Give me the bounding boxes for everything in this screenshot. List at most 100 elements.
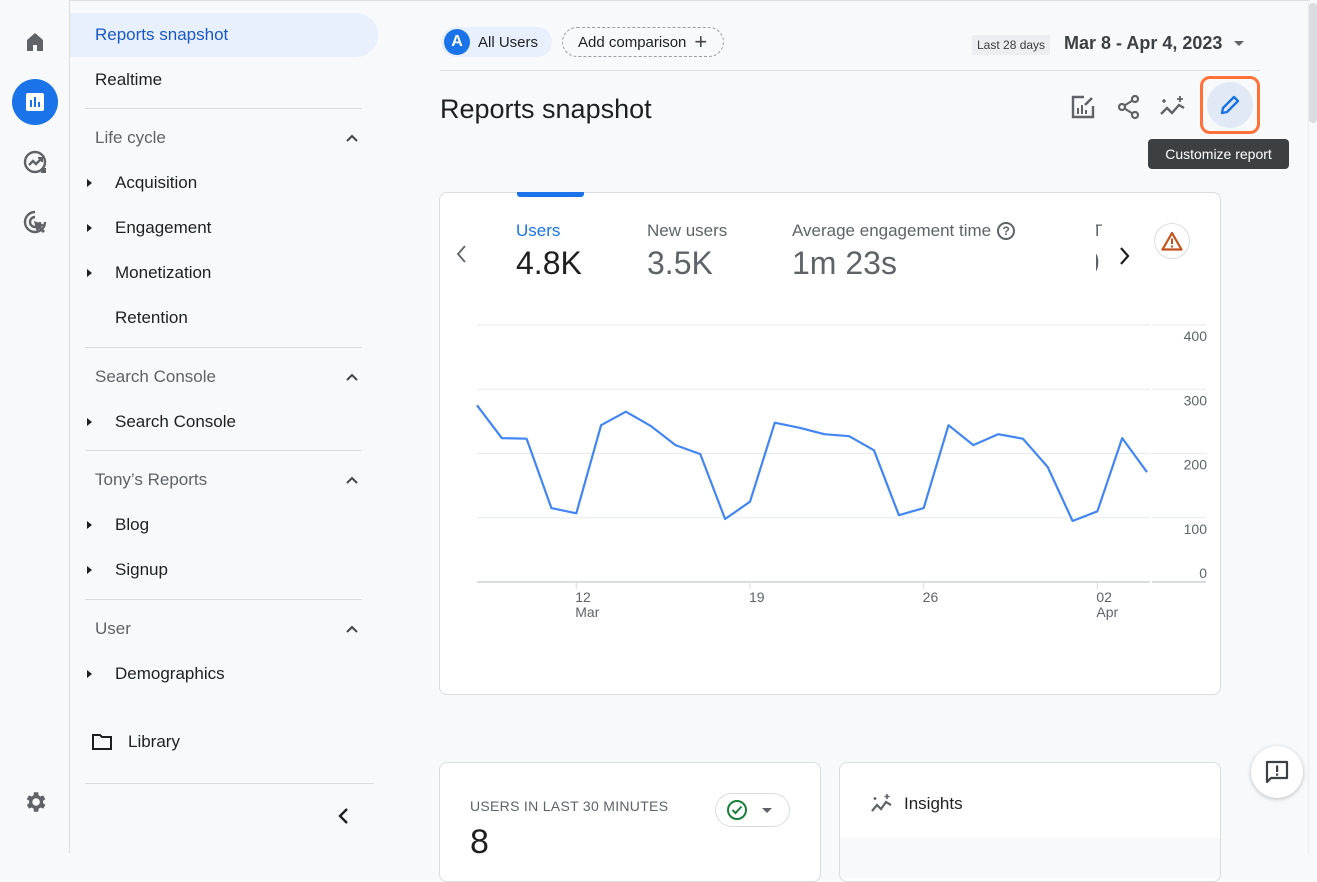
metric-value: 4.8K [516,245,582,282]
series-line-users [477,405,1147,521]
help-icon[interactable]: ? [997,222,1015,240]
folder-icon [91,733,113,751]
nav-item-monetization[interactable]: Monetization [70,251,378,295]
x-tick-label: 02 [1096,589,1112,605]
active-metric-indicator [517,192,584,197]
section-title: Search Console [95,367,216,387]
explore-icon [22,149,48,175]
nav-item-acquisition[interactable]: Acquisition [70,161,378,205]
realtime-status-dropdown[interactable] [715,793,790,827]
chevron-up-icon [344,472,360,488]
nav-item-signup[interactable]: Signup [70,548,378,592]
gear-icon [22,789,48,815]
nav-item-label: Demographics [115,664,225,684]
date-range-picker[interactable]: Mar 8 - Apr 4, 2023 [1064,33,1244,54]
expand-arrow-icon [87,418,92,426]
nav-item-search-console[interactable]: Search Console [70,400,378,444]
nav-item-demographics[interactable]: Demographics [70,652,378,696]
metric-label: Average engagement time [792,221,991,240]
feedback-icon [1264,759,1290,785]
caret-down-icon [762,808,772,813]
nav-item-label: Library [128,732,180,752]
page-title: Reports snapshot [440,94,652,125]
x-tick-month-label: Apr [1096,604,1118,620]
nav-item-engagement[interactable]: Engagement [70,206,378,250]
segment-chip-all-users[interactable]: A All Users [441,27,552,57]
nav-item-label: Retention [115,308,188,328]
nav-item-blog[interactable]: Blog [70,503,378,547]
nav-item-reports-snapshot[interactable]: Reports snapshot [70,13,378,57]
rail-explore-button[interactable] [12,139,58,185]
scrollbar-thumb[interactable] [1309,3,1317,123]
expand-arrow-icon [87,566,92,574]
metric-label: New users [647,221,727,241]
realtime-label: USERS IN LAST 30 MINUTES [470,798,668,814]
y-tick-label: 0 [1199,565,1207,581]
insights-content [840,838,1220,878]
share-button[interactable] [1114,92,1144,122]
settings-button[interactable] [12,779,58,825]
y-tick-label: 400 [1184,328,1208,344]
y-tick-label: 200 [1184,457,1208,473]
plus-icon: + [694,31,707,53]
insights-sparkle-icon [870,793,894,815]
share-icon [1116,94,1142,120]
chevron-up-icon [344,621,360,637]
nav-item-library[interactable]: Library [70,720,378,764]
x-tick-month-label: Mar [575,604,599,620]
caret-down-icon [1234,41,1244,46]
date-range-badge: Last 28 days [972,35,1050,55]
metric-tab-avg-engagement-time[interactable]: Average engagement time? 1m 23s [792,221,1015,282]
next-metrics-button[interactable] [1116,245,1132,273]
customize-report-highlight [1207,82,1253,128]
metric-tab-new-users[interactable]: New users 3.5K [647,221,727,282]
insights-card: Insights [839,762,1221,882]
nav-section-life-cycle[interactable]: Life cycle [70,118,370,158]
data-quality-warning-button[interactable] [1154,223,1190,259]
insights-button[interactable] [1158,92,1188,122]
chart-edit-icon [1070,94,1096,120]
rail-reports-button[interactable] [12,79,58,125]
edit-comparisons-button[interactable] [1068,92,1098,122]
x-tick-label: 19 [749,589,765,605]
customize-report-tooltip: Customize report [1148,139,1289,169]
reports-icon [23,90,47,114]
metric-value: 3.5K [647,245,727,282]
nav-item-realtime[interactable]: Realtime [70,58,378,102]
nav-item-label: Search Console [115,412,236,432]
nav-divider [85,347,362,348]
add-comparison-button[interactable]: Add comparison + [562,27,724,57]
segment-label: All Users [478,34,538,51]
metric-label: Users [516,221,582,241]
nav-section-search-console[interactable]: Search Console [70,357,370,397]
check-circle-icon [726,799,748,821]
nav-item-retention[interactable]: Retention [70,296,378,340]
collapse-nav-button[interactable] [332,804,356,828]
customize-report-button[interactable] [1200,76,1260,134]
chevron-left-icon [454,243,470,265]
report-navigation: Reports snapshot Realtime Life cycle Acq… [70,0,390,853]
nav-section-tonys-reports[interactable]: Tony’s Reports [70,460,370,500]
nav-item-label: Signup [115,560,168,580]
clipped-metric-tab[interactable]: T 9 [1096,221,1102,281]
header-divider [440,70,1260,71]
insights-header[interactable]: Insights [870,793,963,815]
metric-tab-users[interactable]: Users 4.8K [516,221,582,282]
nav-divider [85,599,362,600]
metrics-chart-card: Users 4.8K New users 3.5K Average engage… [439,192,1221,695]
prev-metrics-button[interactable] [454,243,470,271]
insights-sparkle-icon [1158,94,1188,120]
pencil-icon [1218,93,1242,117]
feedback-button[interactable] [1251,746,1303,798]
section-title: User [95,619,131,639]
expand-arrow-icon [87,670,92,678]
nav-section-user[interactable]: User [70,609,370,649]
expand-arrow-icon [87,224,92,232]
rail-advertising-button[interactable] [12,199,58,245]
nav-item-label: Reports snapshot [95,25,228,45]
rail-home-button[interactable] [12,19,58,65]
nav-item-label: Monetization [115,263,211,283]
realtime-value: 8 [470,823,489,862]
expand-arrow-icon [87,521,92,529]
section-title: Tony’s Reports [95,470,207,490]
